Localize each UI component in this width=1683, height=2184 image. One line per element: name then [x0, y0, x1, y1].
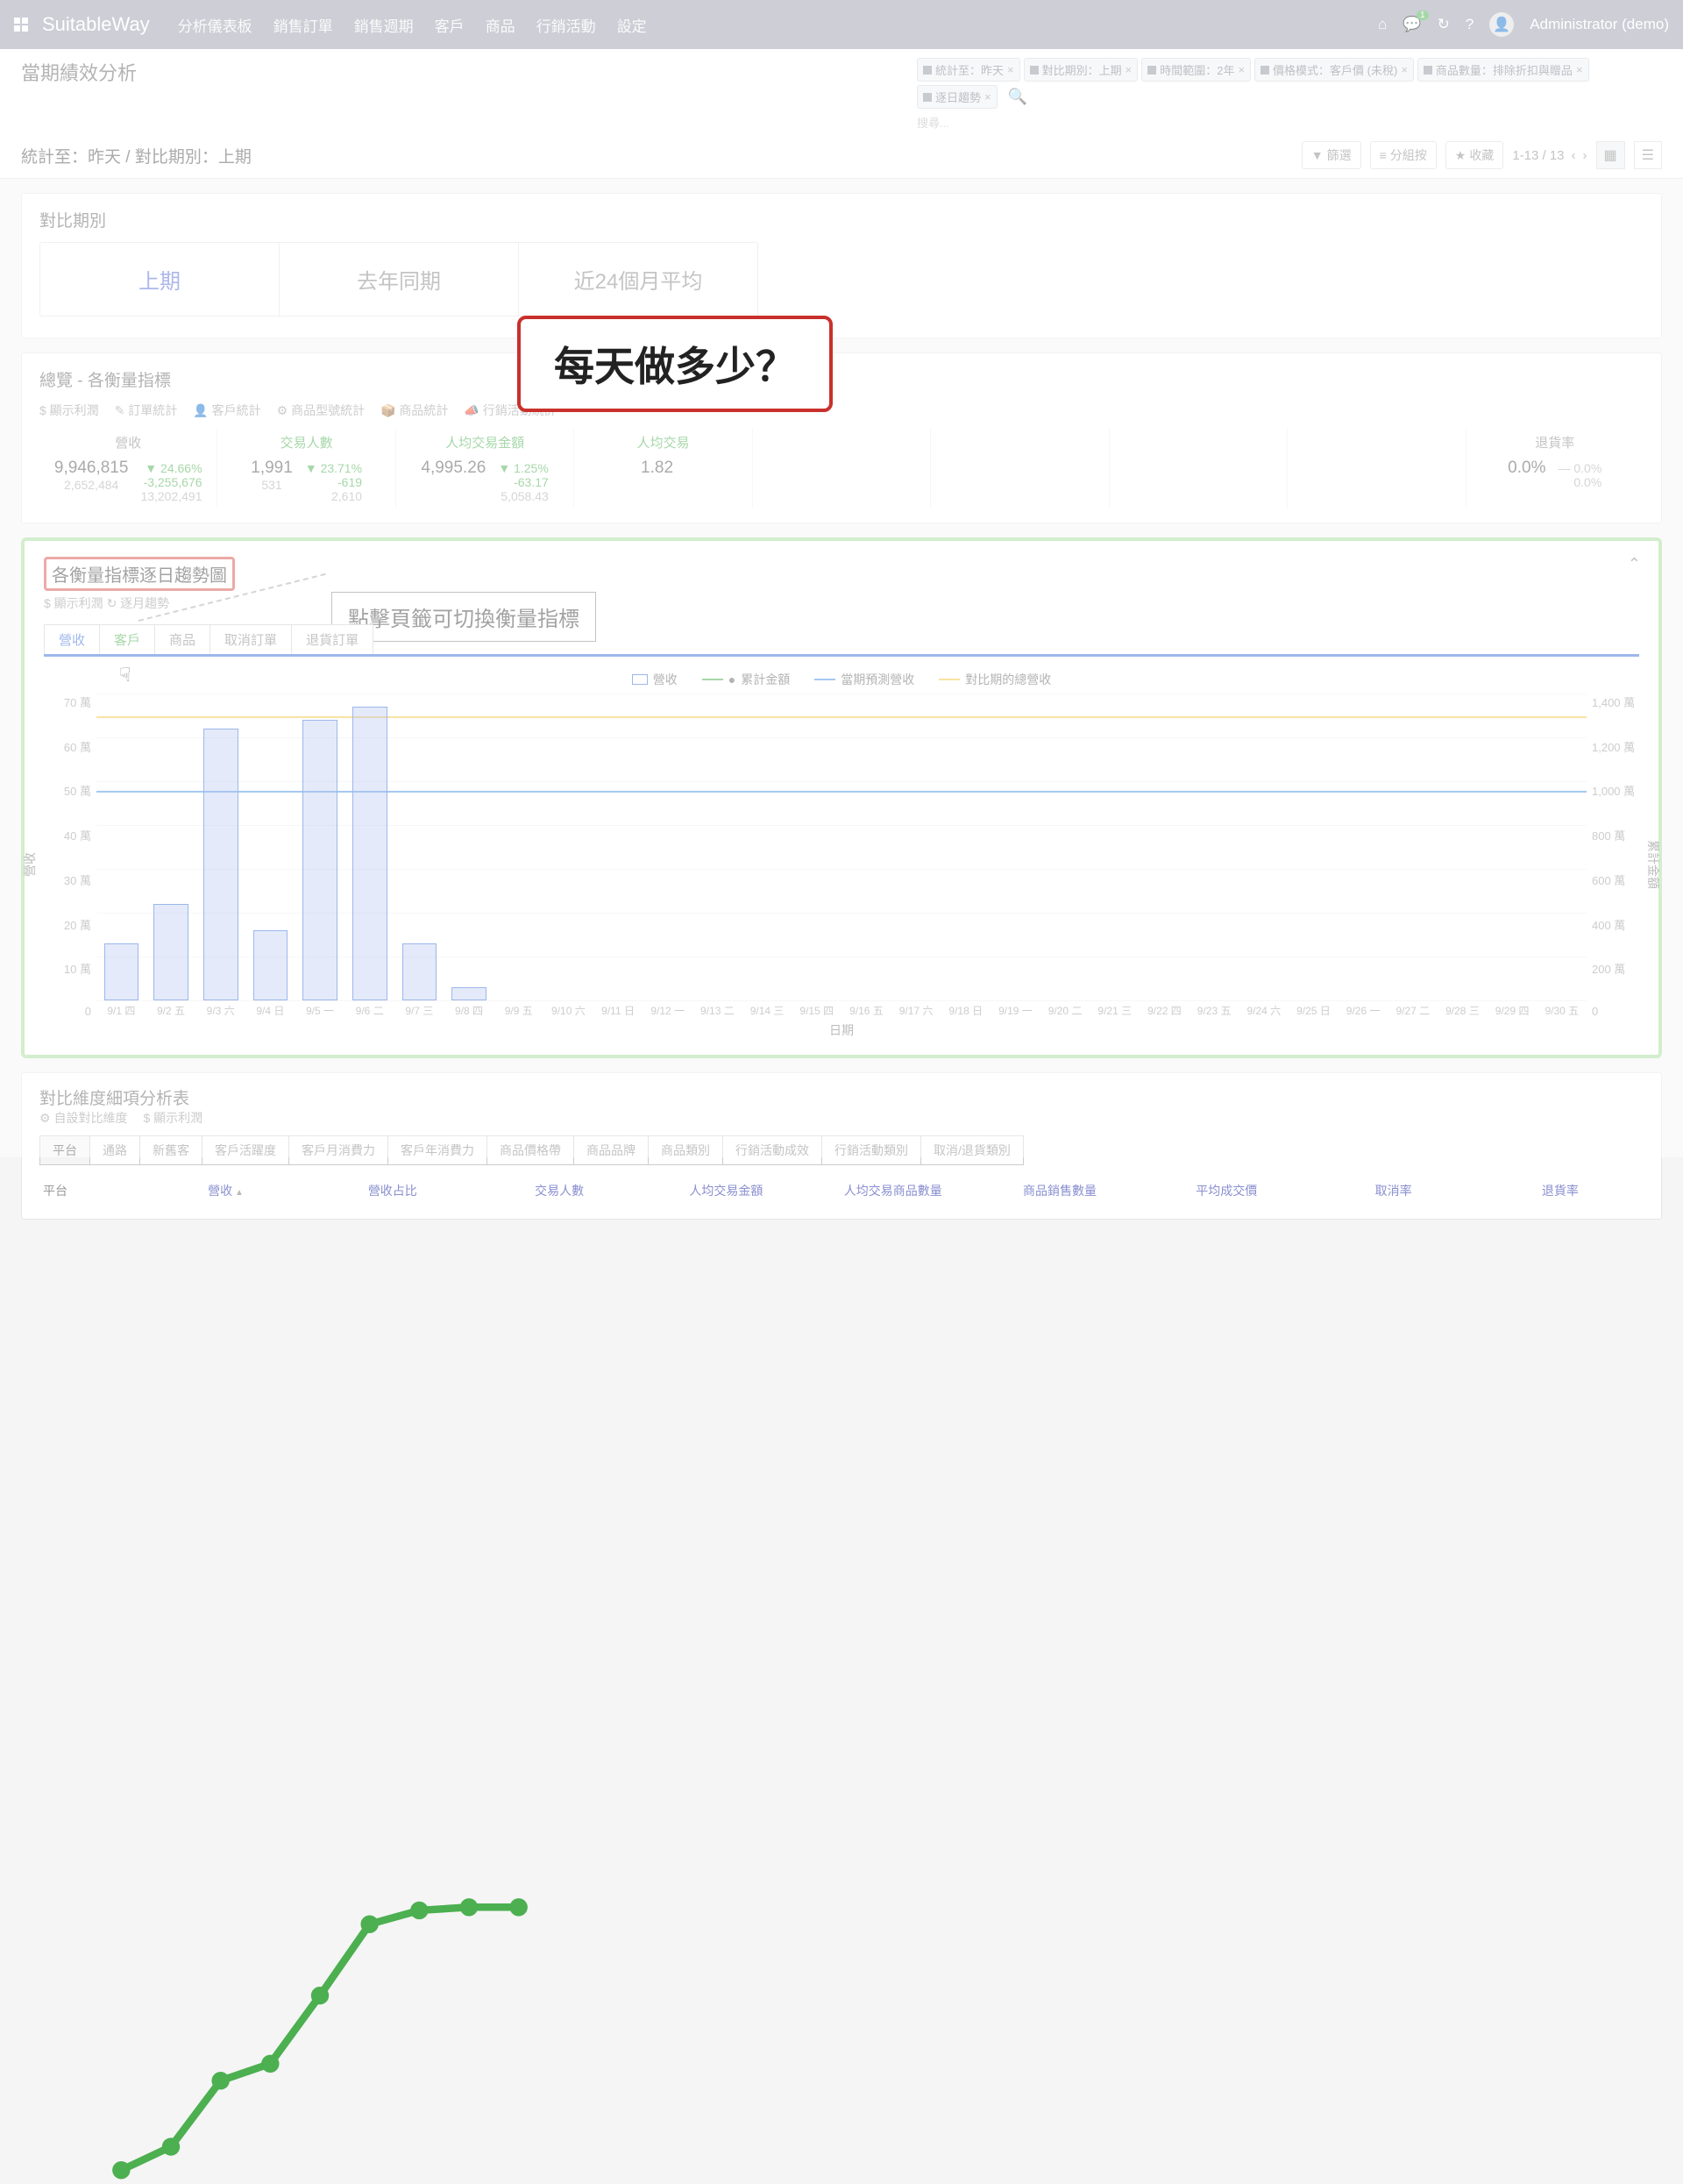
menu-item[interactable]: 銷售訂單: [273, 14, 333, 36]
kpi-card: 人均交易金額 4,995.26 1.25%-63.175,058.43: [396, 428, 574, 509]
close-icon[interactable]: ×: [984, 90, 991, 103]
chat-icon[interactable]: 💬: [1402, 16, 1421, 33]
filter-chip[interactable]: 對比期別：上期×: [1024, 58, 1139, 82]
detail-tab[interactable]: 平台: [39, 1135, 90, 1165]
x-axis-labels: 9/1 四9/2 五9/3 六9/4 日9/5 一9/6 二9/7 三9/8 四…: [96, 1003, 1587, 1018]
menu-item[interactable]: 行銷活動: [536, 14, 596, 36]
trend-panel: ⌃ 各衡量指標逐日趨勢圖 $ 顯示利潤 ↻ 逐月趨勢 點擊頁籤可切換衡量指標 ☟…: [21, 537, 1662, 1058]
main-menu: 分析儀表板 銷售訂單 銷售週期 客戶 商品 行銷活動 設定: [178, 14, 647, 36]
kpi-card: 人均交易 1.82: [574, 428, 752, 509]
overview-title: 總覽 - 各衡量指標: [39, 367, 1644, 391]
compare-panel: 對比期別 上期 去年同期 近24個月平均: [21, 193, 1662, 338]
kpi-card: [1110, 428, 1288, 509]
trend-sublinks[interactable]: $ 顯示利潤 ↻ 逐月趨勢: [44, 594, 1639, 612]
link[interactable]: $ 顯示利潤: [39, 402, 99, 419]
prev-icon[interactable]: ‹: [1572, 148, 1576, 163]
search-icon[interactable]: 🔍: [1008, 88, 1027, 106]
filter-chips: 統計至：昨天× 對比期別：上期× 時間範圍：2年× 價格模式：客戶價 (未稅)×…: [917, 58, 1662, 131]
favorite-button[interactable]: ★ 收藏: [1445, 141, 1504, 169]
filter-icon: [1260, 66, 1269, 75]
link[interactable]: ⚙ 商品型號統計: [277, 402, 365, 419]
link[interactable]: 📦 商品統計: [380, 402, 448, 419]
link[interactable]: ✎ 訂單統計: [115, 402, 178, 419]
compare-tabs: 上期 去年同期 近24個月平均: [39, 242, 758, 317]
cursor-hand-icon: ☟: [119, 664, 131, 687]
filter-icon: [923, 93, 932, 102]
refresh-icon[interactable]: ↻: [1438, 16, 1450, 33]
compare-title: 對比期別: [39, 208, 1644, 231]
chart-tab[interactable]: 客戶: [99, 624, 155, 654]
overview-panel: 總覽 - 各衡量指標 $ 顯示利潤 ✎ 訂單統計 👤 客戶統計 ⚙ 商品型號統計…: [21, 352, 1662, 523]
brand[interactable]: SuitableWay: [42, 13, 150, 36]
y-axis-left-ticks: 70 萬60 萬50 萬40 萬30 萬20 萬10 萬0: [44, 694, 91, 1018]
breadcrumb: 統計至：昨天 / 對比期別：上期: [21, 144, 252, 167]
trend-title: 各衡量指標逐日趨勢圖: [44, 557, 235, 591]
cumulative-line: [96, 694, 1587, 2184]
pager: 1-13 / 13 ‹ ›: [1512, 148, 1587, 163]
sub-header: 當期績效分析 統計至：昨天× 對比期別：上期× 時間範圍：2年× 價格模式：客戶…: [0, 49, 1683, 179]
menu-item[interactable]: 客戶: [435, 14, 465, 36]
annotation-big-callout: 每天做多少？: [517, 316, 833, 412]
next-icon[interactable]: ›: [1583, 148, 1587, 163]
list-view-icon[interactable]: ☰: [1634, 141, 1662, 169]
page-title: 當期績效分析: [21, 58, 137, 86]
compare-tab[interactable]: 上期: [40, 243, 280, 316]
chart-plot: 營收 累計金額 70 萬60 萬50 萬40 萬30 萬20 萬10 萬0 1,…: [44, 694, 1639, 1018]
y-axis-left-label: 營收: [21, 852, 39, 877]
chart-legend: 營收 ●累計金額 當期預測營收 對比期的總營收: [44, 671, 1639, 688]
close-icon[interactable]: ×: [1126, 63, 1133, 76]
close-icon[interactable]: ×: [1007, 63, 1014, 76]
overview-sublinks: $ 顯示利潤 ✎ 訂單統計 👤 客戶統計 ⚙ 商品型號統計 📦 商品統計 📣 行…: [39, 402, 1644, 419]
collapse-icon[interactable]: ⌃: [1628, 555, 1641, 573]
filter-icon: [923, 66, 932, 75]
filter-chip[interactable]: 逐日趨勢×: [917, 85, 998, 109]
compare-tab[interactable]: 去年同期: [280, 243, 519, 316]
filter-chip[interactable]: 價格模式：客戶價 (未稅)×: [1254, 58, 1414, 82]
compare-tab[interactable]: 近24個月平均: [519, 243, 757, 316]
menu-item[interactable]: 分析儀表板: [178, 14, 252, 36]
home-icon[interactable]: ⌂: [1378, 16, 1387, 33]
kpi-card: [931, 428, 1109, 509]
kanban-view-icon[interactable]: ▦: [1596, 141, 1625, 169]
filter-button[interactable]: ▼ 篩選: [1302, 141, 1361, 169]
topbar: SuitableWay 分析儀表板 銷售訂單 銷售週期 客戶 商品 行銷活動 設…: [0, 0, 1683, 49]
close-icon[interactable]: ×: [1401, 63, 1408, 76]
filter-icon: [1147, 66, 1156, 75]
kpi-card: 退貨率 0.0% — 0.0%0.0%: [1466, 428, 1644, 509]
user-name[interactable]: Administrator (demo): [1530, 16, 1669, 33]
search-input[interactable]: 搜尋...: [917, 112, 1662, 131]
chart-tabs: 營收 客戶 商品 取消訂單 退貨訂單: [44, 624, 1639, 657]
avatar[interactable]: 👤: [1489, 12, 1514, 37]
y-axis-right-label: 累計金額: [1644, 840, 1662, 889]
kpi-card: 營收 9,946,8152,652,484 24.66%-3,255,67613…: [39, 428, 217, 509]
chart-tab[interactable]: 營收: [44, 624, 100, 654]
group-button[interactable]: ≡ 分組按: [1370, 141, 1437, 169]
menu-item[interactable]: 設定: [617, 14, 647, 36]
y-axis-right-ticks: 1,400 萬1,200 萬1,000 萬800 萬600 萬400 萬200 …: [1592, 694, 1639, 1018]
kpi-row: 營收 9,946,8152,652,484 24.66%-3,255,67613…: [39, 428, 1644, 509]
filter-icon: [1030, 66, 1039, 75]
filter-icon: [1424, 66, 1432, 75]
chart-tab[interactable]: 取消訂單: [209, 624, 292, 654]
chart-tab[interactable]: 商品: [154, 624, 210, 654]
chart-tab[interactable]: 退貨訂單: [291, 624, 373, 654]
apps-launcher-icon[interactable]: [14, 18, 28, 32]
kpi-card: 交易人數 1,991531 23.71%-6192,610: [217, 428, 395, 509]
menu-item[interactable]: 銷售週期: [354, 14, 414, 36]
kpi-card: [1288, 428, 1466, 509]
filter-chip[interactable]: 時間範圍：2年×: [1141, 58, 1251, 82]
menu-item[interactable]: 商品: [486, 14, 515, 36]
close-icon[interactable]: ×: [1238, 63, 1245, 76]
filter-chip[interactable]: 商品數量：排除折扣與贈品×: [1417, 58, 1589, 82]
filter-chip[interactable]: 統計至：昨天×: [917, 58, 1020, 82]
help-icon[interactable]: ?: [1466, 16, 1474, 33]
close-icon[interactable]: ×: [1576, 63, 1583, 76]
link[interactable]: 👤 客戶統計: [193, 402, 260, 419]
kpi-card: [753, 428, 931, 509]
